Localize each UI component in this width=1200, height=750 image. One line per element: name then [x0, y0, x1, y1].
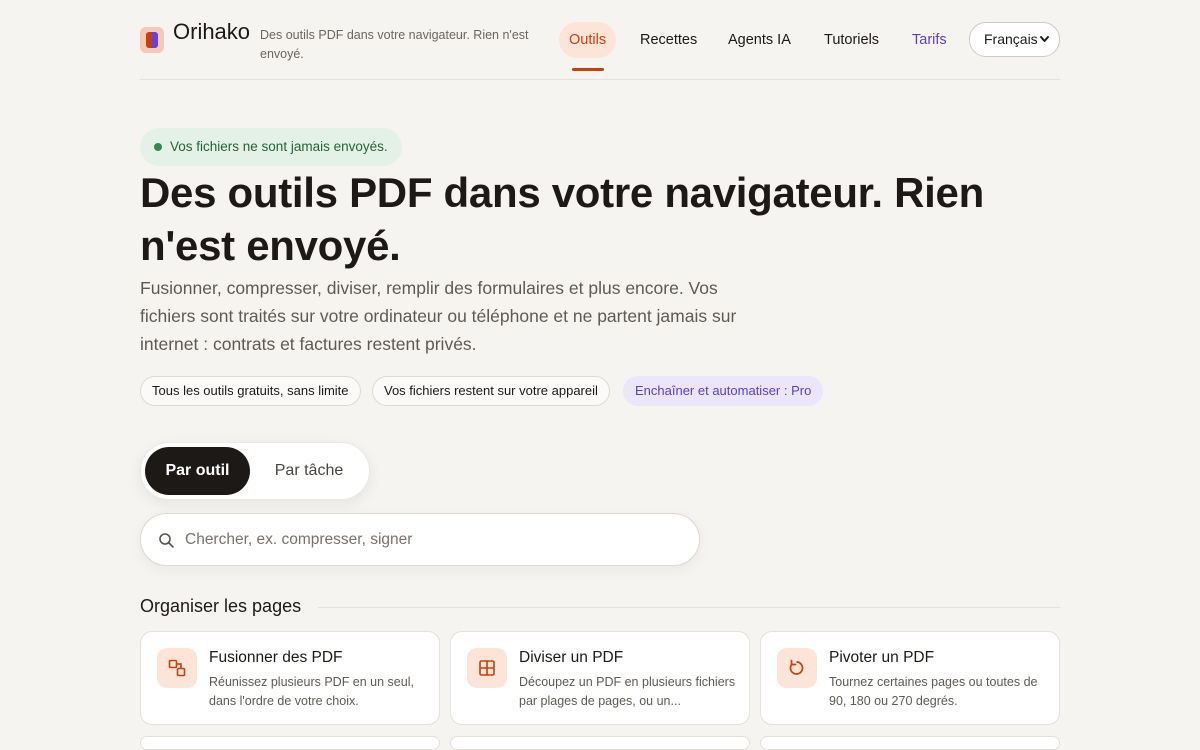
logo-icon[interactable]: [140, 27, 164, 53]
pill-free-tools: Tous les outils gratuits, sans limite: [140, 376, 361, 406]
section-divider: [318, 607, 1060, 608]
search-input[interactable]: [185, 514, 685, 565]
language-select-value: Français: [984, 31, 1038, 47]
nav-item-recettes[interactable]: Recettes: [640, 22, 697, 58]
rotate-icon: [789, 659, 804, 675]
privacy-badge-text: Vos fichiers ne sont jamais envoyés.: [170, 139, 388, 154]
site-header: Orihako Des outils PDF dans votre naviga…: [140, 0, 1060, 80]
tool-card-rotate[interactable]: Pivoter un PDF Tournez certaines pages o…: [760, 631, 1060, 725]
nav-active-indicator: [572, 68, 604, 71]
pill-local-files: Vos fichiers restent sur votre appareil: [372, 376, 610, 406]
tool-card-title: Pivoter un PDF: [829, 649, 935, 666]
hero-subtitle: Fusionner, compresser, diviser, remplir …: [140, 278, 737, 354]
search-icon: [159, 533, 174, 548]
chevron-down-icon: [1039, 23, 1050, 70]
tool-card-merge[interactable]: Fusionner des PDF Réunissez plusieurs PD…: [140, 631, 440, 725]
language-select[interactable]: Français: [969, 22, 1060, 57]
page: Orihako Des outils PDF dans votre naviga…: [0, 0, 1200, 750]
tool-card-description: Découpez un PDF en plusieurs fichiers pa…: [519, 675, 736, 708]
nav-item-outils[interactable]: Outils: [559, 22, 617, 58]
view-toggle: Par outil Par tâche: [140, 442, 370, 500]
tool-card-split[interactable]: Diviser un PDF Découpez un PDF en plusie…: [450, 631, 750, 725]
merge-icon: [168, 659, 186, 677]
tool-card-partial[interactable]: [140, 736, 440, 750]
toggle-by-task[interactable]: Par tâche: [259, 447, 359, 495]
tool-card-description: Réunissez plusieurs PDF en un seul, dans…: [209, 675, 414, 708]
split-icon: [479, 660, 495, 676]
section-title-organize: Organiser les pages: [140, 596, 302, 616]
pill-pro-automation[interactable]: Enchaîner et automatiser : Pro: [623, 376, 824, 406]
brand-name[interactable]: Orihako: [173, 19, 250, 45]
privacy-badge: Vos fichiers ne sont jamais envoyés.: [140, 128, 402, 166]
nav-item-agents-ia[interactable]: Agents IA: [728, 22, 791, 58]
tool-card-title: Diviser un PDF: [519, 649, 624, 666]
status-dot-icon: [154, 143, 162, 151]
nav-item-tarifs[interactable]: Tarifs: [912, 22, 947, 58]
tool-card-partial[interactable]: [760, 736, 1060, 750]
tool-card-description: Tournez certaines pages ou toutes de 90,…: [829, 675, 1038, 708]
toggle-by-tool[interactable]: Par outil: [145, 447, 250, 495]
nav-item-tutoriels[interactable]: Tutoriels: [824, 22, 879, 58]
search-box: [140, 513, 700, 566]
tool-card-title: Fusionner des PDF: [209, 649, 343, 666]
tool-card-partial[interactable]: [450, 736, 750, 750]
header-tagline: Des outils PDF dans votre navigateur. Ri…: [260, 28, 529, 61]
hero-title: Des outils PDF dans votre navigateur. Ri…: [140, 169, 984, 269]
